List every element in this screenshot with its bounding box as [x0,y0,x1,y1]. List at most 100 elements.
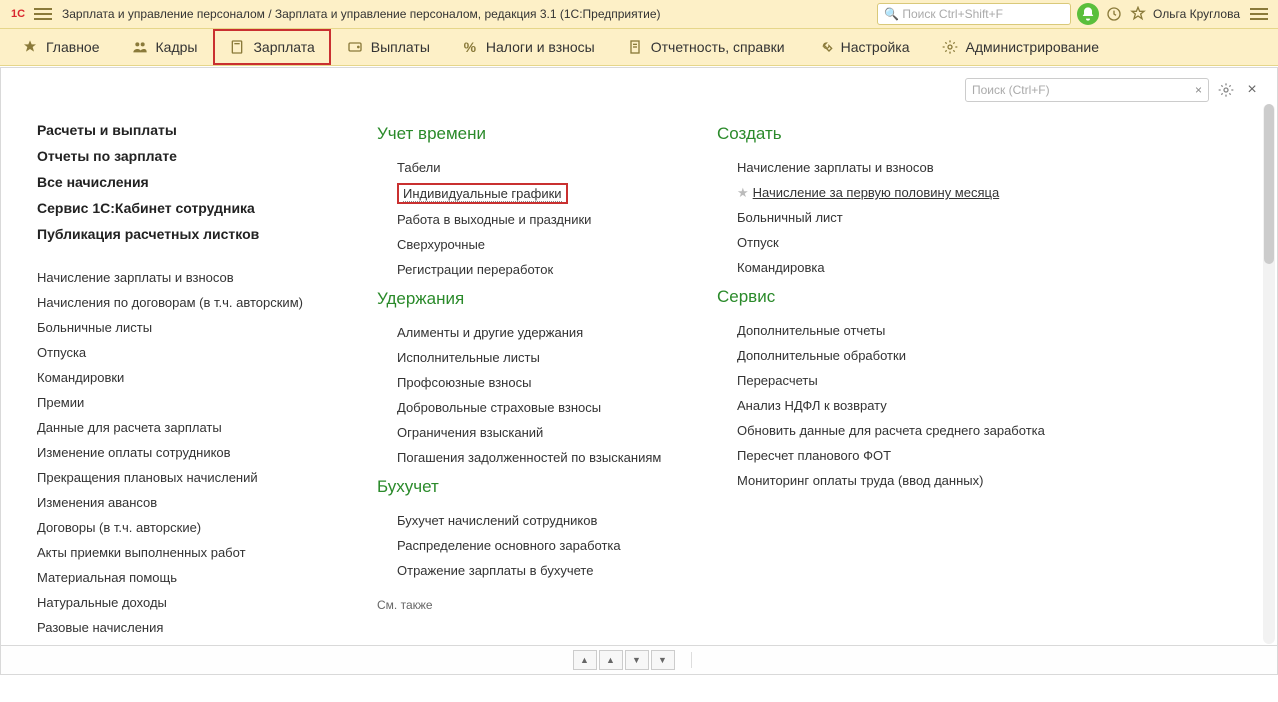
nav-label: Главное [46,39,100,55]
link-item[interactable]: Разовые начисления [37,618,337,637]
link-item[interactable]: Больничные листы [37,318,337,337]
current-user[interactable]: Ольга Круглова [1153,7,1240,21]
link-item[interactable]: Больничный лист [737,208,1057,227]
link-item[interactable]: Бухучет начислений сотрудников [397,511,677,530]
section-servis: Сервис [717,283,1057,315]
calculator-icon [229,39,245,55]
link-item[interactable]: Начисления по договорам (в т.ч. авторски… [37,293,337,312]
gear-icon [942,39,958,55]
nav-label: Настройка [841,39,910,55]
window-menu-icon[interactable] [1250,7,1268,21]
nav-label: Отчетность, справки [651,39,785,55]
link-item[interactable]: Изменения авансов [37,493,337,512]
nav-zarplata[interactable]: Зарплата [213,29,330,65]
link-sverhurochnye[interactable]: Сверхурочные [397,235,677,254]
right-column: Создать Начисление зарплаты и взносов ★ … [717,120,1057,650]
link-item[interactable]: Ограничения взысканий [397,423,677,442]
section-uderzhaniya: Удержания [377,285,677,317]
link-item[interactable]: Перерасчеты [737,371,1057,390]
link-item[interactable]: Пересчет планового ФОТ [737,446,1057,465]
panel-search-input[interactable]: Поиск (Ctrl+F) × [965,78,1209,102]
scroll-down-button[interactable]: ▼ [625,650,649,670]
link-item[interactable]: Данные для расчета зарплаты [37,418,337,437]
favorite-star-icon[interactable]: ★ [737,185,749,201]
link-item[interactable]: Начисление зарплаты и взносов [737,158,1057,177]
link-servis-kabinet[interactable]: Сервис 1С:Кабинет сотрудника [37,198,337,218]
highlighted-link-individ-grafiki[interactable]: Индивидуальные графики [397,183,568,204]
link-publikatsiya-listkov[interactable]: Публикация расчетных листков [37,224,337,244]
link-raschety-vyplaty[interactable]: Расчеты и выплаты [37,120,337,140]
link-item[interactable]: Отражение зарплаты в бухучете [397,561,677,580]
panel-search-placeholder: Поиск (Ctrl+F) [972,83,1050,97]
nav-vyplaty[interactable]: Выплаты [331,29,446,65]
nav-label: Администрирование [966,39,1100,55]
window-title: Зарплата и управление персоналом / Зарпл… [62,7,661,21]
link-item[interactable]: Отпуска [37,343,337,362]
clear-search-icon[interactable]: × [1195,83,1202,97]
link-item[interactable]: Алименты и другие удержания [397,323,677,342]
scrollbar[interactable] [1263,104,1275,644]
link-item[interactable]: Премии [37,393,337,412]
people-icon [132,39,148,55]
nav-kadry[interactable]: Кадры [116,29,214,65]
scroll-up-button[interactable]: ▲ [599,650,623,670]
link-tabeli[interactable]: Табели [397,158,677,177]
nav-otchetnost[interactable]: Отчетность, справки [611,29,801,65]
link-item[interactable]: Акты приемки выполненных работ [37,543,337,562]
nav-nastroyka[interactable]: Настройка [801,29,926,65]
link-item[interactable]: Распределение основного заработка [397,536,677,555]
nav-label: Зарплата [253,39,314,55]
link-item[interactable]: Начисление зарплаты и взносов [37,268,337,287]
wrench-icon [817,39,833,55]
link-item[interactable]: Дополнительные обработки [737,346,1057,365]
link-item[interactable]: Прекращения плановых начислений [37,468,337,487]
document-icon [627,39,643,55]
link-item[interactable]: Мониторинг оплаты труда (ввод данных) [737,471,1057,490]
link-item[interactable]: Командировка [737,258,1057,277]
logo-1c: 1C [6,5,30,23]
link-vse-nachisleniya[interactable]: Все начисления [37,172,337,192]
link-item[interactable]: Отпуск [737,233,1057,252]
search-placeholder: Поиск Ctrl+Shift+F [902,7,1003,21]
link-item[interactable]: Добровольные страховые взносы [397,398,677,417]
hamburger-icon[interactable] [34,7,52,21]
star-icon [22,39,38,55]
see-also-label: См. также [377,586,677,612]
section-sozdat: Создать [717,120,1057,152]
nav-label: Выплаты [371,39,430,55]
section-bukhuchet: Бухучет [377,473,677,505]
link-item[interactable]: Профсоюзные взносы [397,373,677,392]
scroll-top-button[interactable]: ▲ [573,650,597,670]
link-item[interactable]: Натуральные доходы [37,593,337,612]
middle-column: Учет времени Табели Индивидуальные графи… [377,120,677,650]
link-registratsii[interactable]: Регистрации переработок [397,260,677,279]
link-otchety-zarplata[interactable]: Отчеты по зарплате [37,146,337,166]
favorite-star-icon[interactable] [1129,5,1147,23]
nav-admin[interactable]: Администрирование [926,29,1116,65]
link-rabota-vyhodnye[interactable]: Работа в выходные и праздники [397,210,677,229]
notifications-bell-icon[interactable] [1077,3,1099,25]
wallet-icon [347,39,363,55]
nav-nalogi[interactable]: % Налоги и взносы [446,29,611,65]
nav-main[interactable]: Главное [6,29,116,65]
link-item[interactable]: Дополнительные отчеты [737,321,1057,340]
panel-settings-icon[interactable] [1217,81,1235,99]
link-item[interactable]: Договоры (в т.ч. авторские) [37,518,337,537]
left-column: Расчеты и выплаты Отчеты по зарплате Все… [37,120,337,650]
scroll-bottom-button[interactable]: ▼ [651,650,675,670]
history-icon[interactable] [1105,5,1123,23]
section-panel: Поиск (Ctrl+F) × × Расчеты и выплаты Отч… [0,67,1278,675]
close-panel-icon[interactable]: × [1243,81,1261,99]
link-item[interactable]: Изменение оплаты сотрудников [37,443,337,462]
link-item[interactable]: Командировки [37,368,337,387]
nav-label: Кадры [156,39,198,55]
link-nachislenie-pervaya-polovina[interactable]: Начисление за первую половину месяца [753,183,1000,202]
link-item[interactable]: Материальная помощь [37,568,337,587]
link-item[interactable]: Исполнительные листы [397,348,677,367]
scroll-thumb[interactable] [1264,104,1274,264]
bottom-toolbar: ▲ ▲ ▼ ▼ [1,645,1277,674]
global-search-input[interactable]: 🔍 Поиск Ctrl+Shift+F [877,3,1071,25]
link-item[interactable]: Погашения задолженностей по взысканиям [397,448,677,467]
link-item[interactable]: Анализ НДФЛ к возврату [737,396,1057,415]
link-item[interactable]: Обновить данные для расчета среднего зар… [737,421,1057,440]
